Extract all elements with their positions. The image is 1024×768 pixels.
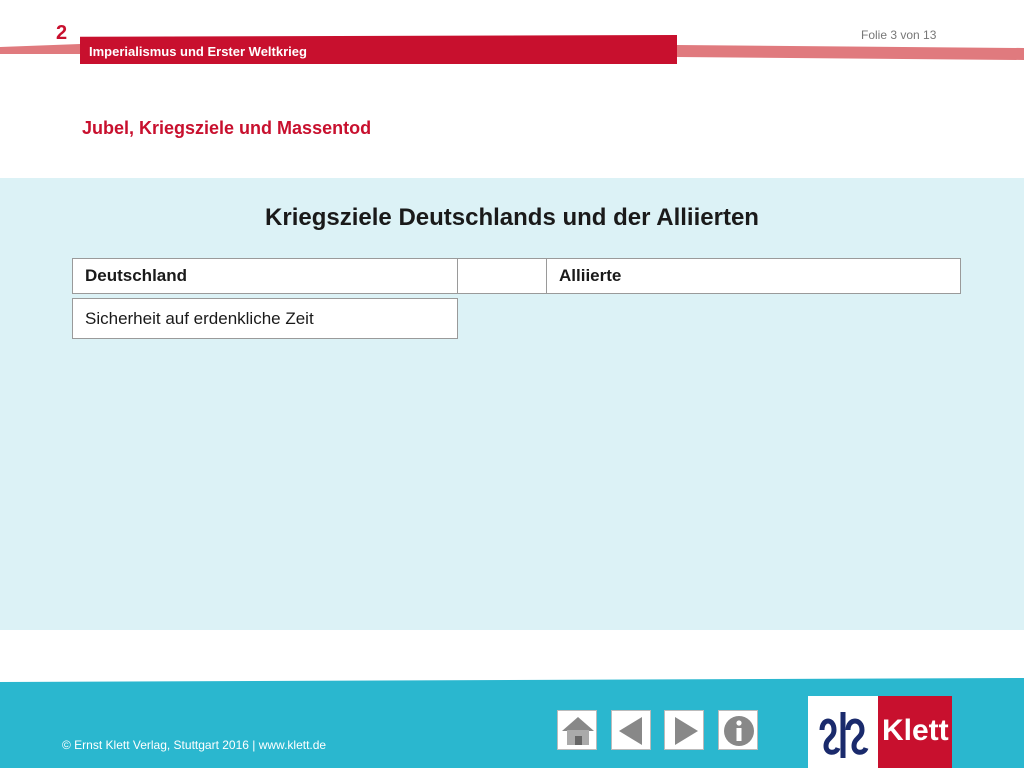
chapter-title: Imperialismus und Erster Weltkrieg — [89, 44, 307, 59]
previous-button[interactable] — [611, 710, 651, 750]
logo-text-panel: Klett — [878, 696, 952, 768]
slide-counter: Folie 3 von 13 — [861, 28, 937, 42]
content-area: Kriegsziele Deutschlands und der Alliier… — [0, 178, 1024, 630]
arrow-left-icon — [619, 717, 642, 745]
table-header-spacer — [457, 258, 547, 294]
copyright: © Ernst Klett Verlag, Stuttgart 2016 | w… — [62, 738, 327, 752]
klett-logo: Klett — [808, 696, 952, 768]
table-header-deutschland: Deutschland — [72, 258, 458, 294]
footer: © Ernst Klett Verlag, Stuttgart 2016 | w… — [0, 678, 1024, 768]
header-left-stripe — [0, 44, 80, 54]
chapter-number: 2 — [56, 22, 68, 44]
next-button[interactable] — [664, 710, 704, 750]
table-header-alliierte: Alliierte — [546, 258, 961, 294]
logo-symbol-panel — [808, 696, 878, 768]
home-icon — [562, 717, 594, 745]
table-cell: Sicherheit auf erdenkliche Zeit — [72, 298, 458, 339]
logo-text: Klett — [882, 714, 949, 747]
chapter-title-bar: Imperialismus und Erster Weltkrieg — [80, 35, 677, 64]
home-button[interactable] — [557, 710, 597, 750]
info-button[interactable] — [718, 710, 758, 750]
content-title: Kriegsziele Deutschlands und der Alliier… — [265, 204, 759, 231]
header-right-stripe — [677, 45, 1024, 60]
arrow-right-icon — [675, 717, 698, 745]
page-subtitle: Jubel, Kriegsziele und Massentod — [82, 118, 372, 138]
info-icon — [724, 716, 754, 746]
klett-symbol-icon — [819, 712, 869, 758]
